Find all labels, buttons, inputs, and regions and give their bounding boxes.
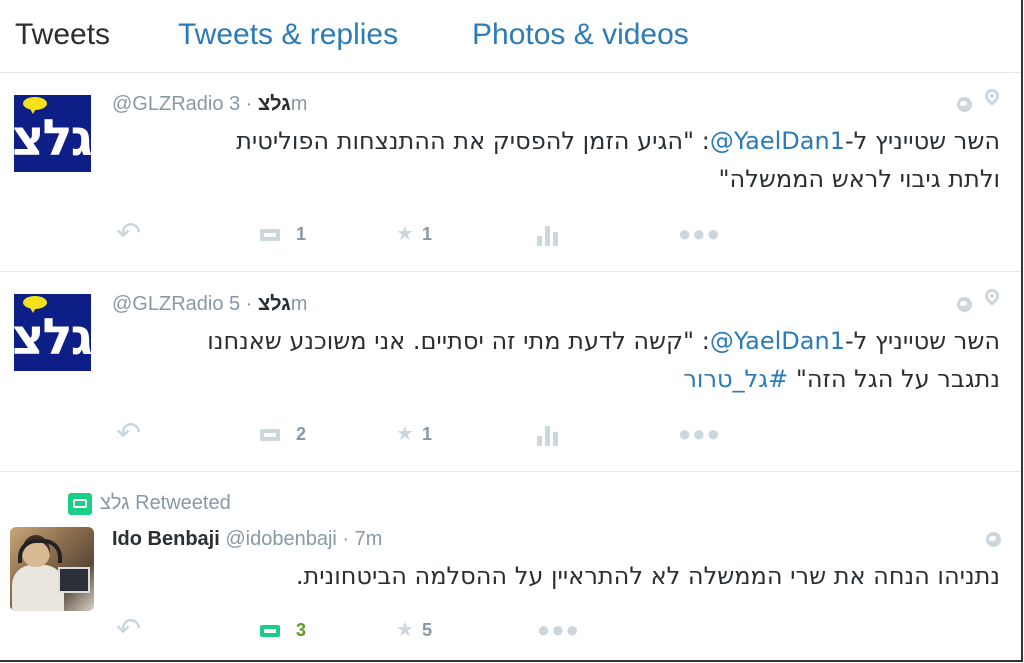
retweet-count: 3 [296,620,307,640]
tweet-text: נתניהו הנחה את שרי הממשלה לא להתראיין על… [130,557,1000,595]
analytics-icon [537,224,559,246]
tweet-header: @GLZRadio גלצ · 5m [112,291,307,317]
tweet-actions: ↶ 3 ★ 5 ●●● [0,615,1021,645]
tweet-text-line: נתגבר על הגל הזה" #גל_טרור [683,365,1000,393]
retweet-context[interactable]: גלצ Retweeted [68,491,231,515]
tweet[interactable]: גלצ @GLZRadio גלצ · 3m השר שטייניץ ל-@Ya… [0,73,1021,272]
profile-tabs: Tweets Tweets & replies Photos & videos [0,0,1021,73]
tweet-header: @GLZRadio גלצ · 3m [112,91,307,117]
mention-link[interactable]: @YaelDan1 [710,327,845,355]
globe-icon [986,532,1001,547]
headphones-icon [18,539,62,563]
tweet-text-line: נתניהו הנחה את שרי הממשלה לא להתראיין על… [295,562,1000,590]
favorite-count: 1 [421,424,432,444]
logo-text: גלצ [14,308,91,366]
tab-tweets[interactable]: Tweets [15,16,110,54]
retweet-button[interactable]: 2 [256,419,306,449]
tab-photos-and-videos[interactable]: Photos & videos [472,16,689,54]
tweet-actions: ↶ 1 ★ 1 ●●● [0,219,1021,249]
tab-tweets-and-replies[interactable]: Tweets & replies [178,16,398,54]
retweet-icon [256,426,288,444]
globe-icon [957,297,972,312]
fullname[interactable]: גלצ [258,293,291,315]
location-pin-icon[interactable] [982,86,1002,106]
star-icon: ★ [396,423,414,445]
tweet[interactable]: גלצ @GLZRadio גלצ · 5m השר שטייניץ ל-@Ya… [0,272,1021,472]
fullname[interactable]: Ido Benbaji [112,528,220,550]
fullname[interactable]: גלצ [258,93,291,115]
tweet-text-line: ולתת גיבוי לראש הממשלה" [718,165,1000,193]
retweet-count: 2 [296,424,307,444]
tweet-text-line: השר שטייניץ ל-@YaelDan1: "הגיע הזמן להפס… [236,127,1000,155]
tweet-text-line: השר שטייניץ ל-@YaelDan1: "קשה לדעת מתי ז… [207,327,1000,355]
location-pin-icon[interactable] [982,286,1002,306]
analytics-button[interactable] [537,419,559,449]
screen-name[interactable]: @GLZRadio [112,293,223,315]
reply-icon[interactable]: ↶ [116,219,141,249]
avatar[interactable] [10,527,94,611]
tweet-text: השר שטייניץ ל-@YaelDan1: "קשה לדעת מתי ז… [130,322,1000,398]
tweet-text: השר שטייניץ ל-@YaelDan1: "הגיע הזמן להפס… [130,122,1000,198]
retweet-button[interactable]: 1 [256,219,306,249]
more-icon[interactable]: ●●● [678,419,721,449]
screen-name[interactable]: @idobenbaji [225,528,337,550]
tweet-header: Ido Benbaji @idobenbaji · 7m [112,526,382,552]
globe-icon [957,97,972,112]
favorite-button[interactable]: ★ 1 [396,419,432,449]
retweet-icon [256,622,288,640]
screen-name[interactable]: @GLZRadio [112,93,223,115]
retweet-context-text: גלצ Retweeted [100,492,231,514]
hashtag-link[interactable]: #גל_טרור [683,365,788,393]
logo-text: גלצ [14,109,91,167]
retweet-icon [256,226,288,244]
analytics-button[interactable] [537,219,559,249]
mention-link[interactable]: @YaelDan1 [710,127,845,155]
favorite-button[interactable]: ★ 5 [396,615,432,645]
star-icon: ★ [396,619,414,641]
favorite-count: 5 [421,620,432,640]
favorite-count: 1 [421,224,432,244]
tweet[interactable]: גלצ Retweeted Ido Benbaji @idobenbaji · … [0,472,1021,660]
reply-icon[interactable]: ↶ [116,419,141,449]
retweet-icon [68,492,92,515]
favorite-button[interactable]: ★ 1 [396,219,432,249]
more-icon[interactable]: ●●● [678,219,721,249]
analytics-icon [537,424,559,446]
reply-icon[interactable]: ↶ [116,615,141,645]
tweet-actions: ↶ 2 ★ 1 ●●● [0,419,1021,449]
retweet-button[interactable]: 3 [256,615,306,645]
avatar[interactable]: גלצ [14,95,91,172]
avatar[interactable]: גלצ [14,294,91,371]
more-icon[interactable]: ●●● [537,615,580,645]
retweet-count: 1 [296,224,307,244]
timestamp[interactable]: · 7m [342,528,382,550]
star-icon: ★ [396,223,414,245]
